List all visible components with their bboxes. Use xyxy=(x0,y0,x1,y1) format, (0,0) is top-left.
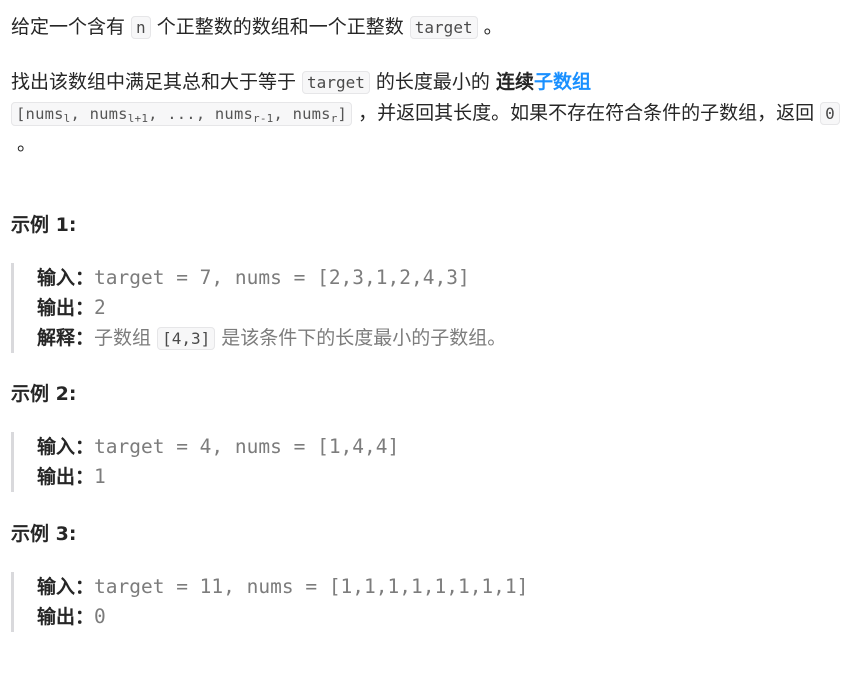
inline-code-subarray-range: [numsl, numsl+1, ..., numsr-1, numsr] xyxy=(11,102,353,126)
inline-code-zero: 0 xyxy=(820,102,840,125)
example-3-title: 示例 3: xyxy=(11,523,77,545)
example-3-output: 输出：0 xyxy=(37,605,106,628)
subarray-link[interactable]: 子数组 xyxy=(534,71,591,93)
inline-code-n: n xyxy=(131,16,151,39)
example-2-title: 示例 2: xyxy=(11,383,77,405)
example-1-output: 输出：2 xyxy=(37,296,106,319)
example-2-output: 输出：1 xyxy=(37,465,106,488)
example-1-block: 输入：target = 7, nums = [2,3,1,2,4,3] 输出：2… xyxy=(11,263,817,353)
description-paragraph-1: 给定一个含有 n 个正整数的数组和一个正整数 target 。 xyxy=(11,16,503,39)
example-1-input: 输入：target = 7, nums = [2,3,1,2,4,3] xyxy=(37,266,470,289)
example-1-title: 示例 1: xyxy=(11,214,77,236)
bold-contiguous: 连续 xyxy=(495,71,534,93)
example-1-explanation: 解释：子数组 [4,3] 是该条件下的长度最小的子数组。 xyxy=(37,327,507,350)
inline-code-4-3: [4,3] xyxy=(157,327,216,350)
inline-code-target: target xyxy=(409,16,478,39)
description-paragraph-2: 找出该数组中满足其总和大于等于 target 的长度最小的 连续子数组 [num… xyxy=(11,67,851,159)
example-2-block: 输入：target = 4, nums = [1,4,4] 输出：1 xyxy=(11,432,817,492)
example-3-block: 输入：target = 11, nums = [1,1,1,1,1,1,1,1]… xyxy=(11,572,817,632)
example-2-input: 输入：target = 4, nums = [1,4,4] xyxy=(37,435,400,458)
inline-code-target: target xyxy=(302,71,370,94)
example-3-input: 输入：target = 11, nums = [1,1,1,1,1,1,1,1] xyxy=(37,575,529,598)
